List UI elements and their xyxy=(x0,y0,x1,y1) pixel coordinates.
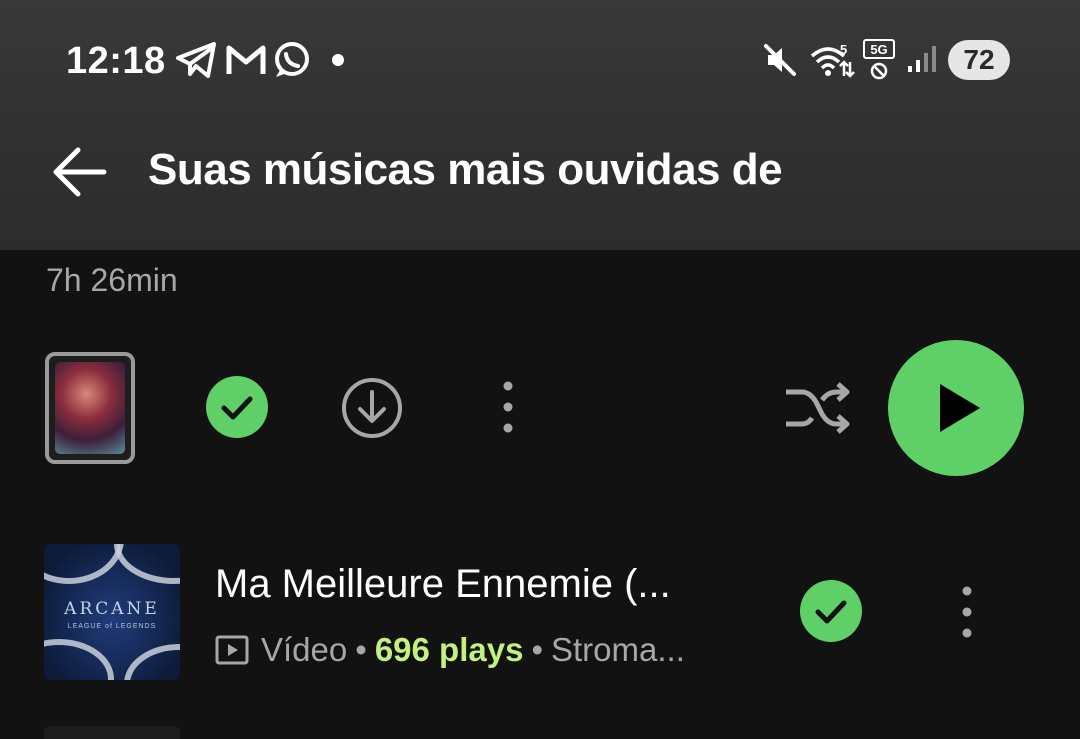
track-saved-check-icon[interactable] xyxy=(800,580,862,642)
video-icon xyxy=(215,635,249,665)
notification-dot xyxy=(332,54,344,66)
5g-label: 5G xyxy=(870,42,887,57)
track-more-options-icon[interactable] xyxy=(950,582,984,642)
back-arrow-icon[interactable] xyxy=(48,140,112,204)
mute-icon xyxy=(764,44,796,76)
track-album-art: ARCANE LEAGUE of LEGENDS xyxy=(44,544,180,680)
saved-check-icon[interactable] xyxy=(206,376,268,438)
album-art-title: ARCANE xyxy=(64,599,160,619)
playlist-duration: 7h 26min xyxy=(46,262,178,298)
track-artist: Stroma... xyxy=(551,631,685,668)
next-track-art-peek xyxy=(44,726,180,739)
track-type: Vídeo xyxy=(261,631,348,668)
whatsapp-icon xyxy=(275,42,309,77)
track-plays: 696 plays xyxy=(374,631,524,668)
play-button[interactable] xyxy=(888,340,1024,476)
download-icon[interactable] xyxy=(340,376,404,440)
more-options-icon[interactable] xyxy=(490,376,526,440)
separator-dot: • xyxy=(355,631,367,668)
cover-image xyxy=(55,362,125,454)
screen: 12:18 5 5G 72 Suas músicas mais ouvidas … xyxy=(0,0,1080,739)
status-time: 12:18 xyxy=(66,40,166,82)
wifi-icon: 5 xyxy=(810,42,855,78)
telegram-icon xyxy=(176,42,216,78)
battery-indicator: 72 xyxy=(948,40,1010,80)
signal-icon xyxy=(908,46,936,72)
track-meta: Vídeo • 696 plays • Stroma... xyxy=(215,628,685,672)
play-icon xyxy=(940,384,980,432)
album-art-subtitle: LEAGUE of LEGENDS xyxy=(67,623,157,630)
page-title: Suas músicas mais ouvidas de xyxy=(148,145,783,194)
gmail-icon xyxy=(226,45,266,74)
wifi-label: 5 xyxy=(840,42,847,57)
playlist-cover-thumbnail[interactable] xyxy=(45,352,135,464)
separator-dot: • xyxy=(531,631,543,668)
track-row[interactable]: ARCANE LEAGUE of LEGENDS Ma Meilleure En… xyxy=(0,530,1080,690)
5g-icon: 5G xyxy=(863,39,895,80)
shuffle-icon[interactable] xyxy=(782,378,852,438)
track-title: Ma Meilleure Ennemie (... xyxy=(215,562,671,606)
status-bar: 12:18 5 5G 72 xyxy=(0,0,1080,120)
